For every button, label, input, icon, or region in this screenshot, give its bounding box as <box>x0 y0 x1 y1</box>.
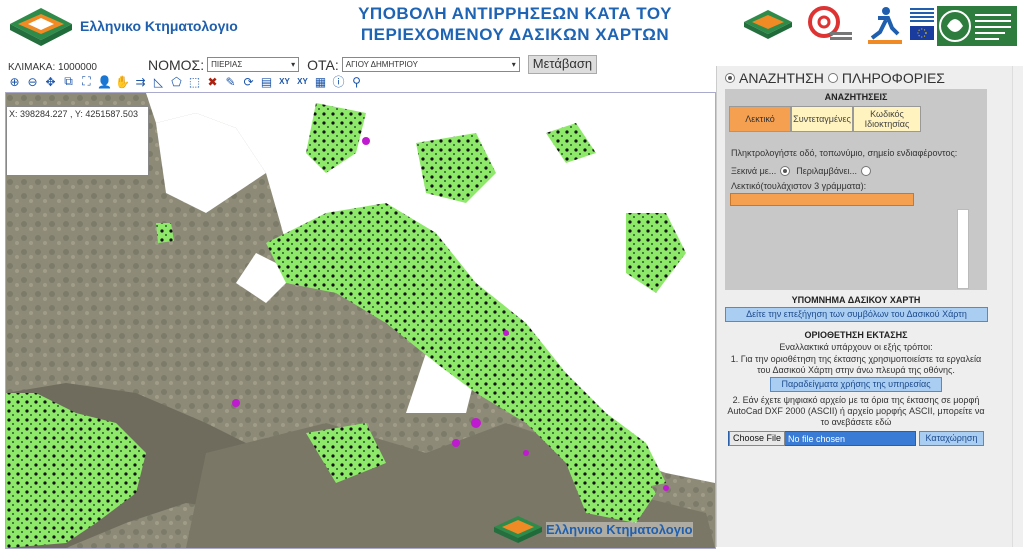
mode-radios: ΑΝΑΖΗΤΗΣΗ ΠΛΗΡΟΦΟΡΙΕΣ <box>725 70 945 86</box>
input-label: Λεκτικό(τουλάχιστον 3 γράμματα): <box>731 181 867 191</box>
map-watermark-logo: Ελληνικο Κτηματολογιο <box>490 512 693 546</box>
flags-icon <box>910 8 934 40</box>
opt-contains-radio[interactable] <box>861 166 872 176</box>
search-header: ΑΝΑΖΗΤΗΣΕΙΣ <box>824 92 888 102</box>
area-title: ΟΡΙΟΘΕΤΗΣΗ ΕΚΤΑΣΗΣ <box>804 330 908 340</box>
ota-label: ΟΤΑ: <box>307 56 339 73</box>
title-line-2: ΠΕΡΙΕΧΟΜΕΝΟΥ ΔΑΣΙΚΩΝ ΧΑΡΤΩΝ <box>360 25 670 44</box>
runner-logo <box>868 7 902 44</box>
header: Ελληνικο Κτηματολογιο ΥΠΟΒΟΛΗ ΑΝΤΙΡΡΗΣΕΩ… <box>0 0 1023 55</box>
cadastre-small-logo <box>744 10 792 39</box>
hand-icon[interactable]: ✋ <box>114 73 131 90</box>
tab-property-code[interactable]: Κωδικός Ιδιοκτησίας <box>853 106 921 132</box>
tab-coordinates[interactable]: Συντεταγμένες <box>791 106 853 132</box>
nomos-label: ΝΟΜΟΣ: <box>148 56 205 73</box>
xy-goto-icon[interactable]: XY <box>294 73 311 90</box>
print-icon[interactable]: ▤ <box>258 73 275 90</box>
search-options: Ξεκινά με... Περιλαμβάνει... <box>731 166 873 176</box>
tab-lektiko[interactable]: Λεκτικό <box>729 106 791 132</box>
zoom-out-icon[interactable]: ⊖ <box>24 73 41 90</box>
results-scrollbar[interactable] <box>957 209 969 289</box>
select-icon[interactable]: ⬚ <box>186 73 203 90</box>
search-hint: Πληκτρολογήστε οδό, τοπωνύμιο, σημείο εν… <box>731 148 958 158</box>
location-filters: ΝΟΜΟΣ: ΠΙΕΡΙΑΣ ▾ ΟΤΑ: ΑΓΙΟΥ ΔΗΜΗΤΡΙΟΥ ▾ … <box>148 55 598 74</box>
search-tabs: Λεκτικό Συντεταγμένες Κωδικός Ιδιοκτησία… <box>729 106 921 132</box>
scale-label: ΚΛΙΜΑΚΑ: 1000000 <box>8 62 97 73</box>
map-toolbar: ⊕ ⊖ ✥ ⧉ ⛶ 👤 ✋ ⇉ ◺ ⬠ ⬚ ✖ ✎ ⟳ ▤ XY XY ▦ ⓘ … <box>6 73 365 90</box>
delete-icon[interactable]: ✖ <box>204 73 221 90</box>
layers-icon[interactable]: ▦ <box>312 73 329 90</box>
choose-file-button[interactable]: Choose File <box>729 431 786 446</box>
locate-icon[interactable]: ⚲ <box>348 73 365 90</box>
area-step-2: 2. Εάν έχετε ψηφιακό αρχείο με τα όρια τ… <box>727 395 985 427</box>
search-input[interactable] <box>730 193 914 206</box>
opt-starts-label: Ξεκινά με... <box>731 166 777 176</box>
identify-icon[interactable]: 👤 <box>96 73 113 90</box>
area-intro: Εναλλακτικά υπάρχουν οι εξής τρόποι: <box>779 342 933 352</box>
title-line-1: ΥΠΟΒΟΛΗ ΑΝΤΙΡΡΗΣΕΩΝ ΚΑΤΑ ΤΟΥ <box>358 4 672 23</box>
pan-icon[interactable]: ✥ <box>42 73 59 90</box>
legend-button[interactable]: Δείτε την επεξήγηση των συμβόλων του Δασ… <box>725 307 988 322</box>
coordinates-readout: X: 398284.227 , Y: 4251587.503 <box>6 106 149 176</box>
radio-search-label: ΑΝΑΖΗΤΗΣΗ <box>739 70 824 86</box>
panel-scrollbar[interactable] <box>1012 66 1023 547</box>
ota-select[interactable]: ΑΓΙΟΥ ΔΗΜΗΤΡΙΟΥ ▾ <box>341 57 520 72</box>
cadastre-watermark-icon <box>494 516 542 543</box>
file-input[interactable]: Choose File No file chosen <box>728 431 916 446</box>
no-file-label: No file chosen <box>788 433 846 444</box>
info-icon[interactable]: ⓘ <box>330 73 347 90</box>
nomos-select[interactable]: ΠΙΕΡΙΑΣ ▾ <box>207 57 300 72</box>
zoom-extent-icon[interactable]: ⛶ <box>78 73 95 90</box>
digital-at-logo <box>808 6 852 40</box>
submit-button[interactable]: Καταχώρηση <box>919 431 984 446</box>
page-title: ΥΠΟΒΟΛΗ ΑΝΤΙΡΡΗΣΕΩΝ ΚΑΤΑ ΤΟΥ ΠΕΡΙΕΧΟΜΕΝΟ… <box>300 3 730 45</box>
opt-starts-radio[interactable] <box>780 166 791 176</box>
cadastre-logo-icon <box>10 8 72 46</box>
refresh-icon[interactable]: ⟳ <box>240 73 257 90</box>
area-step-1: 1. Για την οριοθέτηση της έκτασης χρησιμ… <box>730 354 982 375</box>
examples-button[interactable]: Παραδείγματα χρήσης της υπηρεσίας <box>770 377 942 392</box>
zoom-in-icon[interactable]: ⊕ <box>6 73 23 90</box>
radio-info-label: ΠΛΗΡΟΦΟΡΙΕΣ <box>841 70 945 86</box>
nomos-value: ΠΙΕΡΙΑΣ <box>211 60 243 69</box>
cadastre-logo[interactable]: Ελληνικο Κτηματολογιο <box>6 4 238 48</box>
measure-line-icon[interactable]: ⇉ <box>132 73 149 90</box>
logo-text: Ελληνικο Κτηματολογιο <box>80 18 238 34</box>
chevron-down-icon: ▾ <box>511 60 516 69</box>
chevron-down-icon: ▾ <box>291 60 296 69</box>
search-box: ΑΝΑΖΗΤΗΣΕΙΣ Λεκτικό Συντεταγμένες Κωδικό… <box>725 89 987 290</box>
zoom-box-icon[interactable]: ⧉ <box>60 73 77 90</box>
edit-icon[interactable]: ✎ <box>222 73 239 90</box>
ota-value: ΑΓΙΟΥ ΔΗΜΗΤΡΙΟΥ <box>345 60 418 69</box>
radio-info[interactable] <box>827 73 838 83</box>
measure-area-icon[interactable]: ◺ <box>150 73 167 90</box>
legend-title: ΥΠΟΜΝΗΜΑ ΔΑΣΙΚΟΥ ΧΑΡΤΗ <box>791 295 921 305</box>
go-button[interactable]: Μετάβαση <box>527 55 598 74</box>
ministry-logo <box>937 6 1017 46</box>
watermark-text: Ελληνικο Κτηματολογιο <box>546 521 693 537</box>
radio-search[interactable] <box>725 73 735 83</box>
polygon-icon[interactable]: ⬠ <box>168 73 185 90</box>
xy-icon[interactable]: XY <box>276 73 293 90</box>
opt-contains-label: Περιλαμβάνει... <box>796 166 858 176</box>
